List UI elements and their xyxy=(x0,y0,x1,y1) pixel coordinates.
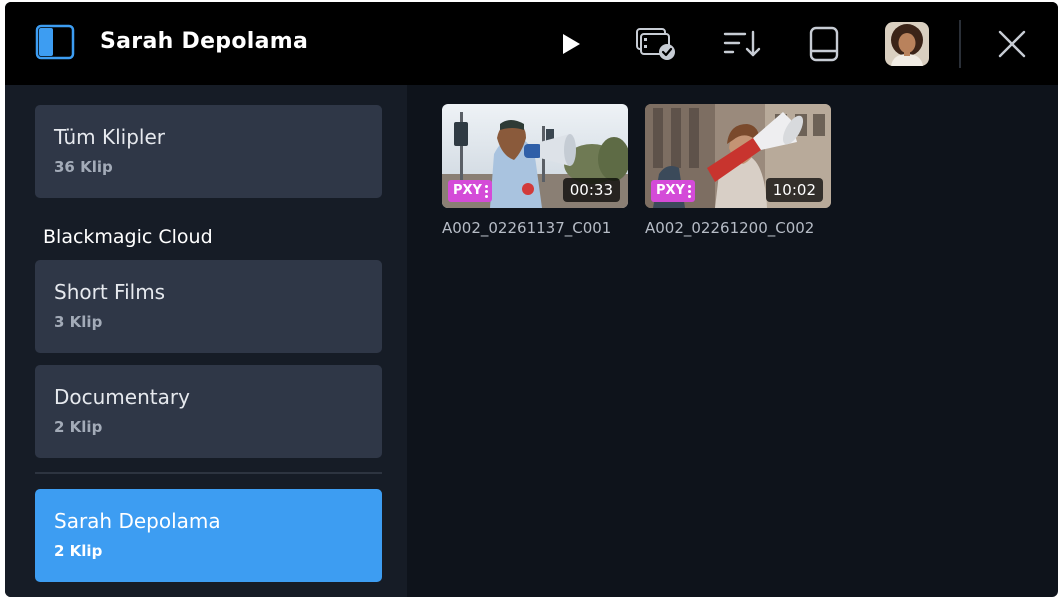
play-button[interactable] xyxy=(547,20,595,68)
proxy-badge-label: PXY xyxy=(453,183,482,198)
clip-name: A002_02261137_C001 xyxy=(442,219,612,237)
play-icon xyxy=(563,34,580,54)
sidebar-item-storage[interactable]: Sarah Depolama 2 Klip xyxy=(35,489,382,582)
close-icon xyxy=(998,30,1026,58)
sidebar-item-short-films[interactable]: Short Films 3 Klip xyxy=(35,260,382,353)
sidebar-item-count: 2 Klip xyxy=(54,418,103,436)
sidebar-item-count: 2 Klip xyxy=(54,542,103,560)
sidebar-item-label: Sarah Depolama xyxy=(54,509,221,533)
close-button[interactable] xyxy=(988,20,1036,68)
sidebar-item-count: 3 Klip xyxy=(54,313,103,331)
sidebar: Tüm Klipler 36 Klip Blackmagic Cloud Sho… xyxy=(5,85,407,597)
more-icon xyxy=(687,183,691,199)
sidebar-item-label: Tüm Klipler xyxy=(54,125,165,149)
sidebar-item-label: Short Films xyxy=(54,280,166,304)
app-window: Sarah Depolama Tüm Klipler 36 Klip Black… xyxy=(5,2,1058,597)
section-heading-cloud: Blackmagic Cloud xyxy=(43,226,213,248)
clip-thumbnail: PXY 00:33 xyxy=(442,104,628,208)
clip-check-icon xyxy=(636,28,675,60)
sort-button[interactable] xyxy=(718,20,766,68)
toolbar-divider xyxy=(959,20,961,68)
clip-duration: 10:02 xyxy=(765,178,823,202)
proxy-badge-label: PXY xyxy=(656,183,685,198)
clip-name: A002_02261200_C002 xyxy=(645,219,815,237)
sidebar-item-count: 36 Klip xyxy=(54,158,113,176)
sort-icon xyxy=(723,30,761,57)
drive-icon xyxy=(809,26,839,62)
clip-duration: 00:33 xyxy=(562,178,620,202)
proxy-badge: PXY xyxy=(651,180,695,202)
more-icon xyxy=(484,183,488,199)
sidebar-toggle-icon[interactable] xyxy=(35,24,75,60)
clip-thumbnail: PXY 10:02 xyxy=(645,104,831,208)
sidebar-divider xyxy=(35,472,382,474)
top-bar: Sarah Depolama xyxy=(5,2,1058,85)
clip-select-button[interactable] xyxy=(632,20,680,68)
sidebar-item-documentary[interactable]: Documentary 2 Klip xyxy=(35,365,382,458)
avatar[interactable] xyxy=(885,22,929,66)
proxy-badge: PXY xyxy=(448,180,492,202)
clip-tile[interactable]: PXY 10:02 A002_02261200_C002 xyxy=(645,104,831,238)
sidebar-item-all-clips[interactable]: Tüm Klipler 36 Klip xyxy=(35,105,382,198)
clip-tile[interactable]: PXY 00:33 A002_02261137_C001 xyxy=(442,104,628,238)
storage-button[interactable] xyxy=(800,20,848,68)
page-title: Sarah Depolama xyxy=(100,29,309,54)
sidebar-item-label: Documentary xyxy=(54,385,190,409)
